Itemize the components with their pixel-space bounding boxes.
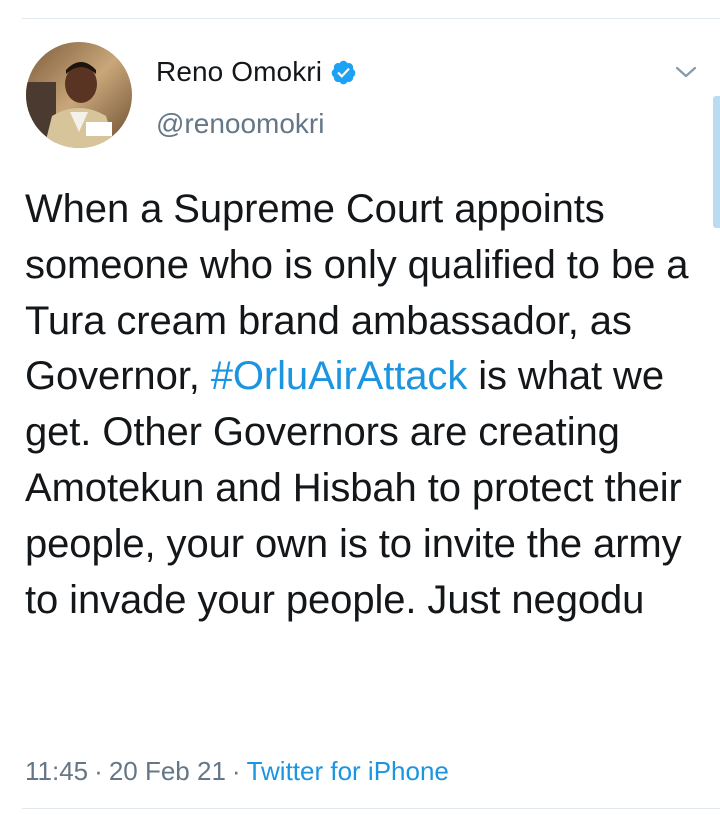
- author-handle[interactable]: @renoomokri: [156, 108, 324, 140]
- meta-separator: ·: [231, 756, 241, 786]
- hashtag-link[interactable]: #OrluAirAttack: [211, 354, 468, 398]
- tweet-text: When a Supreme Court appoints someone wh…: [25, 182, 705, 628]
- verified-badge-icon: [330, 59, 357, 86]
- meta-separator: ·: [94, 756, 103, 786]
- tweet-meta: 11:45 · 20 Feb 21 · Twitter for iPhone: [25, 756, 449, 787]
- chevron-down-icon[interactable]: [674, 62, 698, 82]
- scrollbar[interactable]: [713, 96, 720, 228]
- tweet-date[interactable]: 20 Feb 21: [109, 756, 226, 786]
- bottom-divider: [22, 808, 720, 809]
- display-name[interactable]: Reno Omokri: [156, 56, 322, 88]
- top-divider: [22, 18, 720, 19]
- author-name-row[interactable]: Reno Omokri: [156, 56, 357, 88]
- avatar[interactable]: [26, 42, 132, 148]
- tweet-time[interactable]: 11:45: [25, 756, 88, 786]
- tweet-source-link[interactable]: Twitter for iPhone: [247, 756, 449, 786]
